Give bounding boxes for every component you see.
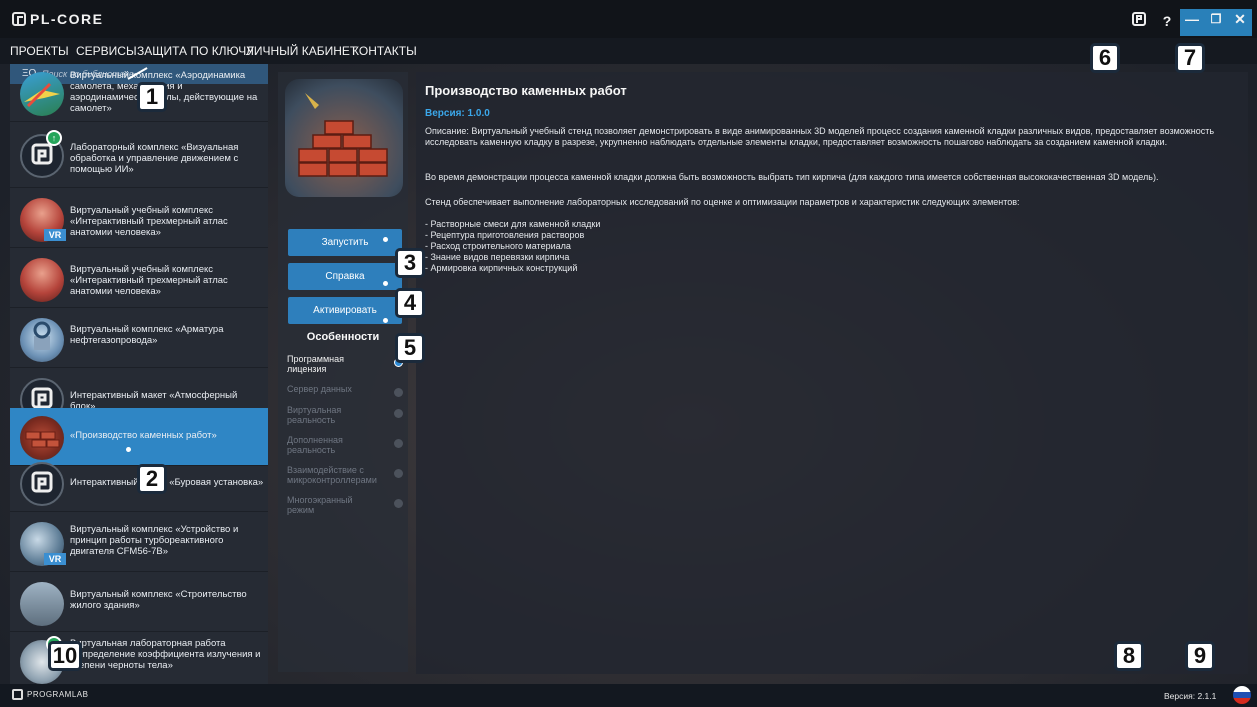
feature-microcontrollers: Взаимодействие с микроконтроллерами [287, 465, 407, 485]
menu-account[interactable]: ЛИЧНЫЙ КАБИНЕТ [246, 44, 357, 58]
list-item-label: Виртуальный учебный комплекс «Интерактив… [70, 264, 228, 297]
features-title: Особенности [306, 331, 380, 343]
list-item-label: Виртуальный комплекс «Арматура нефтегазо… [70, 324, 224, 346]
callout-dot [383, 281, 388, 286]
title-bar: PL-CORE ? — ❐ ✕ [0, 0, 1257, 38]
footer-brand: PROGRAMLAB [27, 690, 89, 699]
feature-indicator-icon [394, 499, 403, 508]
list-item: - Расход строительного материала [425, 241, 571, 251]
callout-marker: 3 [395, 248, 425, 278]
programlab-brand-icon[interactable] [1128, 11, 1150, 33]
list-item-label: Интерактивный макет «Буровая установка» [70, 477, 264, 488]
menu-contacts[interactable]: КОНТАКТЫ [352, 44, 417, 58]
programlab-logo-icon [12, 689, 23, 700]
minimize-button[interactable]: — [1180, 9, 1204, 36]
callout-dot [383, 318, 388, 323]
app-window: PL-CORE ? — ❐ ✕ ПРОЕКТЫ СЕРВИСЫ ЗАЩИТА П… [0, 0, 1257, 707]
list-item[interactable]: Виртуальный комплекс «Строительство жило… [10, 574, 268, 632]
update-badge-icon: ↑ [46, 130, 62, 146]
callout-marker: 8 [1114, 641, 1144, 671]
callout-marker: 6 [1090, 43, 1120, 73]
list-item: - Знание видов перевязки кирпича [425, 252, 570, 262]
project-paragraph-3: Стенд обеспечивает выполнение лабораторн… [425, 197, 1020, 207]
callout-marker: 4 [395, 288, 425, 318]
project-bullet-list: - Растворные смеси для каменной кладки -… [425, 219, 1237, 274]
feature-indicator-icon [394, 439, 403, 448]
anatomy-head-icon [20, 258, 64, 302]
project-description: Описание: Виртуальный учебный стенд позв… [425, 126, 1215, 147]
callout-marker: 9 [1185, 641, 1215, 671]
project-version: Версия: 1.0.0 [425, 108, 490, 119]
project-cover-image [285, 79, 403, 197]
callout-dot [126, 447, 131, 452]
programlab-logo-icon [20, 462, 64, 506]
restore-button[interactable]: ❐ [1204, 9, 1228, 36]
project-title: Производство каменных работ [425, 83, 627, 98]
feature-software-license: Программная лицензия [287, 354, 407, 374]
list-item-label: Виртуальный учебный комплекс «Интерактив… [70, 205, 228, 238]
library-sidebar: ΞQ Виртуальный комплекс «Аэродинамика са… [10, 64, 268, 684]
feature-indicator-icon [394, 469, 403, 478]
help-button[interactable]: ? [1156, 11, 1178, 33]
list-item[interactable]: Виртуальный учебный комплекс «Интерактив… [10, 250, 268, 308]
project-paragraph-2: Во время демонстрации процесса каменной … [425, 172, 1159, 182]
feature-ar: Дополненная реальность [287, 435, 407, 455]
app-version: Версия: 2.1.1 [1164, 691, 1217, 701]
list-item-label: Виртуальная лабораторная работа «Определ… [70, 638, 261, 671]
menu-key-protection[interactable]: ЗАЩИТА ПО КЛЮЧУ [137, 44, 254, 58]
list-item-label: Виртуальный комплекс «Устройство и принц… [70, 524, 239, 557]
callout-marker: 7 [1175, 43, 1205, 73]
feature-vr: Виртуальная реальность [287, 405, 407, 425]
list-item[interactable]: Виртуальный комплекс «Арматура нефтегазо… [10, 310, 268, 368]
menu-projects[interactable]: ПРОЕКТЫ [10, 44, 69, 58]
feature-data-server: Сервер данных [287, 384, 407, 397]
project-actions-panel: Запустить Справка Активировать Особеннос… [278, 72, 408, 672]
list-item-label: Виртуальный комплекс «Аэродинамика самол… [70, 70, 258, 114]
app-logo-icon [12, 12, 26, 26]
list-item-label: Виртуальный комплекс «Строительство жило… [70, 589, 247, 611]
feature-multiscreen: Многоэкранный режим [287, 495, 407, 515]
project-details-panel: Производство каменных работ Версия: 1.0.… [416, 72, 1248, 674]
list-item-label: Лабораторный комплекс «Визуальная обрабо… [70, 142, 239, 175]
list-item: - Армировка кирпичных конструкций [425, 263, 578, 273]
list-item: - Растворные смеси для каменной кладки [425, 219, 601, 229]
vr-badge: VR [44, 553, 66, 565]
callout-marker: 1 [137, 82, 167, 112]
plane-thumbnail-icon [20, 72, 64, 116]
vr-badge: VR [44, 229, 66, 241]
language-flag-icon[interactable] [1233, 686, 1251, 704]
valve-icon [20, 318, 64, 362]
feature-indicator-icon [394, 388, 403, 397]
list-item[interactable]: ↑ Лабораторный комплекс «Визуальная обра… [10, 124, 268, 188]
list-item[interactable]: VR Виртуальный комплекс «Устройство и пр… [10, 514, 268, 572]
list-item: - Рецептура приготовления растворов [425, 230, 585, 240]
app-title: PL-CORE [30, 11, 104, 27]
list-item-label: «Производство каменных работ» [70, 430, 217, 441]
callout-marker: 2 [137, 464, 167, 494]
close-button[interactable]: ✕ [1228, 9, 1252, 36]
callout-marker: 10 [48, 641, 82, 671]
main-menu: ПРОЕКТЫ СЕРВИСЫ ЗАЩИТА ПО КЛЮЧУ ЛИЧНЫЙ К… [0, 38, 1257, 64]
building-icon [20, 582, 64, 626]
callout-marker: 5 [395, 333, 425, 363]
feature-indicator-icon [394, 409, 403, 418]
list-item[interactable]: VR Виртуальный учебный комплекс «Интерак… [10, 190, 268, 248]
callout-dot [383, 237, 388, 242]
menu-services[interactable]: СЕРВИСЫ [76, 44, 137, 58]
launch-button[interactable]: Запустить [288, 229, 402, 256]
status-bar: PROGRAMLAB Версия: 2.1.1 [0, 684, 1257, 707]
